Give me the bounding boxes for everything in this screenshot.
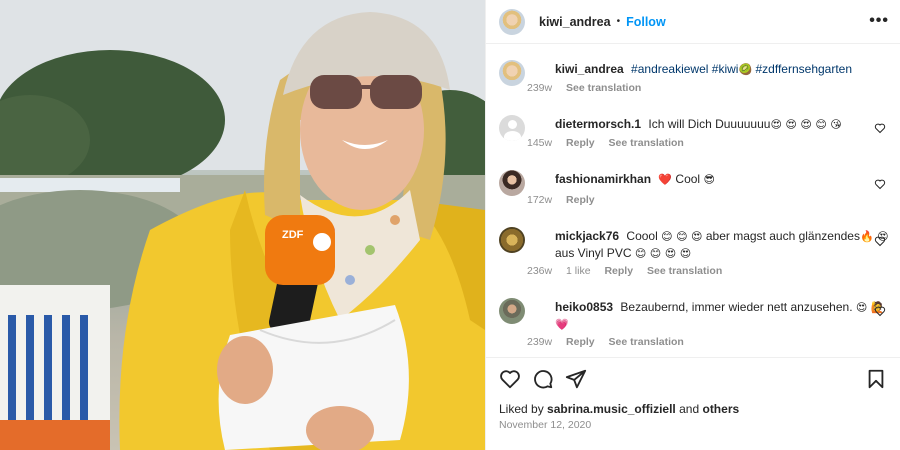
- comment-text: heiko0853 Bezaubernd, immer wieder nett …: [555, 299, 900, 333]
- liked-middle: and: [679, 402, 700, 416]
- comment-message: Ich will Dich Duuuuuuu: [648, 117, 771, 131]
- reply-button[interactable]: Reply: [566, 194, 595, 206]
- like-comment-heart-icon[interactable]: [874, 235, 886, 247]
- instagram-post: ZDF kiwi_andrea • Follow ••• kiwi_andrea…: [0, 0, 900, 450]
- author-avatar[interactable]: [499, 8, 525, 35]
- comment-meta: 145w Reply See translation: [527, 137, 695, 149]
- comment-age: 236w: [527, 265, 553, 277]
- comment-age: 145w: [527, 137, 553, 149]
- more-options-icon[interactable]: •••: [869, 12, 889, 30]
- comment-message: Cool: [675, 172, 701, 186]
- comment-emojis-3: 😊 😊 😍 😍: [634, 247, 692, 260]
- header-separator: •: [616, 16, 621, 27]
- reply-button[interactable]: Reply: [566, 137, 595, 149]
- comment-bubble-icon[interactable]: [532, 368, 554, 390]
- comment-message-2: aber magst auch glänzendes: [705, 229, 860, 243]
- comment-username[interactable]: fashionamirkhan: [555, 172, 651, 186]
- kiwi-emoji: 🥝: [738, 63, 753, 76]
- comment-avatar[interactable]: [499, 170, 525, 196]
- comment-age: 172w: [527, 194, 553, 206]
- post-header: kiwi_andrea • Follow •••: [486, 0, 900, 44]
- comment-avatar[interactable]: [499, 115, 525, 141]
- see-translation-button[interactable]: See translation: [609, 336, 684, 348]
- hashtag-andreakiewel[interactable]: #andreakiewel: [631, 62, 708, 76]
- caption-meta: 239w See translation: [527, 82, 652, 94]
- heart-emoji: ❤️: [658, 173, 673, 186]
- see-translation-button[interactable]: See translation: [609, 137, 684, 149]
- comment-avatar[interactable]: [499, 227, 525, 253]
- save-bookmark-icon[interactable]: [865, 368, 887, 390]
- comment-message: Bezaubernd, immer wieder nett anzusehen.: [620, 300, 853, 314]
- caption-username[interactable]: kiwi_andrea: [555, 62, 624, 76]
- comment-message-3: aus Vinyl PVC: [555, 246, 632, 260]
- hashtag-zdffernsehgarten[interactable]: #zdffernsehgarten: [756, 62, 853, 76]
- like-comment-heart-icon[interactable]: [874, 122, 886, 134]
- like-comment-heart-icon[interactable]: [874, 178, 886, 190]
- comment-avatar[interactable]: [499, 298, 525, 324]
- likes-summary: Liked by sabrina.music_offiziell and oth…: [499, 402, 739, 416]
- liked-by-user[interactable]: sabrina.music_offiziell: [547, 402, 676, 416]
- see-translation-button[interactable]: See translation: [647, 265, 722, 277]
- comment-text: mickjack76 Coool 😊 😊 😍 aber magst auch g…: [555, 228, 900, 262]
- comment-emojis: 😊 😊 😍: [661, 230, 703, 243]
- comment-age: 239w: [527, 336, 553, 348]
- comment-emojis: 😍 😍 😍 😊 😘: [770, 118, 842, 131]
- comment-message: Coool: [626, 229, 658, 243]
- comment-username[interactable]: heiko0853: [555, 300, 613, 314]
- like-heart-icon[interactable]: [499, 368, 521, 390]
- follow-button[interactable]: Follow: [626, 15, 666, 29]
- caption-age: 239w: [527, 82, 553, 94]
- post-actions: [486, 357, 900, 397]
- comment-emojis-2: 💗: [555, 318, 569, 331]
- hashtag-kiwi[interactable]: #kiwi: [712, 62, 739, 76]
- post-date: November 12, 2020: [499, 419, 592, 431]
- liked-prefix: Liked by: [499, 402, 544, 416]
- like-comment-heart-icon[interactable]: [874, 305, 886, 317]
- comment-text: dietermorsch.1 Ich will Dich Duuuuuuu😍 😍…: [555, 116, 895, 133]
- reply-button[interactable]: Reply: [604, 265, 633, 277]
- mic-label: ZDF: [282, 229, 304, 241]
- comment-meta: 239w Reply See translation: [527, 336, 695, 348]
- post-photo[interactable]: ZDF: [0, 0, 485, 450]
- comments-panel: kiwi_andrea • Follow ••• kiwi_andrea #an…: [485, 0, 900, 450]
- comment-username[interactable]: dietermorsch.1: [555, 117, 641, 131]
- comment-meta: 236w 1 like Reply See translation: [527, 265, 733, 277]
- comment-meta: 172w Reply: [527, 194, 606, 206]
- caption-see-translation[interactable]: See translation: [566, 82, 641, 94]
- comment-emojis: 😎: [703, 173, 715, 186]
- caption-avatar[interactable]: [499, 60, 525, 86]
- comment-likes[interactable]: 1 like: [566, 265, 591, 277]
- photo-illustration: ZDF: [0, 0, 485, 450]
- liked-others[interactable]: others: [702, 402, 739, 416]
- author-username[interactable]: kiwi_andrea: [539, 15, 611, 29]
- comment-username[interactable]: mickjack76: [555, 229, 619, 243]
- share-paper-plane-icon[interactable]: [565, 368, 587, 390]
- reply-button[interactable]: Reply: [566, 336, 595, 348]
- caption-text: kiwi_andrea #andreakiewel #kiwi🥝 #zdffer…: [555, 61, 900, 78]
- comment-text: fashionamirkhan ❤️ Cool 😎: [555, 171, 895, 188]
